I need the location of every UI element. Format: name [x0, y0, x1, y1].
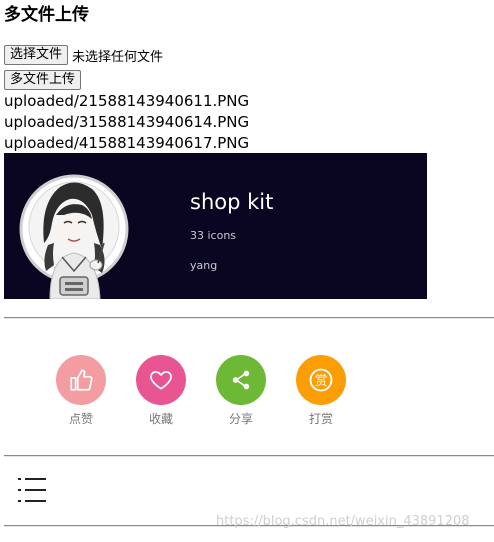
action-bar: 点赞 收藏 分享 赏 打赏	[0, 355, 494, 435]
uploaded-image-banner: shop kit 33 icons yang	[4, 153, 427, 299]
divider	[4, 455, 494, 457]
choose-file-button[interactable]: 选择文件	[4, 45, 69, 65]
divider	[4, 317, 494, 319]
page-title: 多文件上传	[4, 5, 89, 25]
share-label: 分享	[228, 412, 253, 426]
uploaded-file-list: uploaded/21588143940611.PNG uploaded/315…	[4, 91, 249, 154]
banner-icon-count: 33 icons	[190, 229, 237, 242]
watermark: https://blog.csdn.net/weixin_43891208	[216, 514, 470, 529]
file-status-text: 未选择任何文件	[72, 49, 164, 65]
thumbs-up-icon	[56, 355, 106, 405]
share-icon	[216, 355, 266, 405]
like-label: 点赞	[68, 412, 93, 426]
reward-icon: 赏	[296, 355, 346, 405]
svg-text:赏: 赏	[315, 374, 328, 389]
astronaut-girl-illustration	[19, 174, 129, 299]
uploaded-file-item: uploaded/21588143940611.PNG	[4, 92, 250, 110]
uploaded-file-item: uploaded/31588143940614.PNG	[4, 113, 250, 131]
share-button[interactable]: 分享	[211, 355, 271, 427]
like-button[interactable]: 点赞	[51, 355, 111, 427]
uploaded-file-item: uploaded/41588143940617.PNG	[4, 134, 250, 152]
heart-icon	[136, 355, 186, 405]
banner-title: shop kit	[190, 190, 274, 214]
reward-button[interactable]: 赏 打赏	[291, 355, 351, 427]
banner-author: yang	[190, 259, 218, 272]
page: 多文件上传 选择文件 未选择任何文件 多文件上传 uploaded/215881…	[0, 0, 494, 542]
file-input[interactable]: 选择文件 未选择任何文件	[4, 45, 163, 65]
list-icon[interactable]	[18, 477, 48, 507]
upload-files-button[interactable]: 多文件上传	[4, 70, 82, 90]
favorite-button[interactable]: 收藏	[131, 355, 191, 427]
reward-label: 打赏	[308, 412, 333, 426]
favorite-label: 收藏	[148, 412, 173, 426]
